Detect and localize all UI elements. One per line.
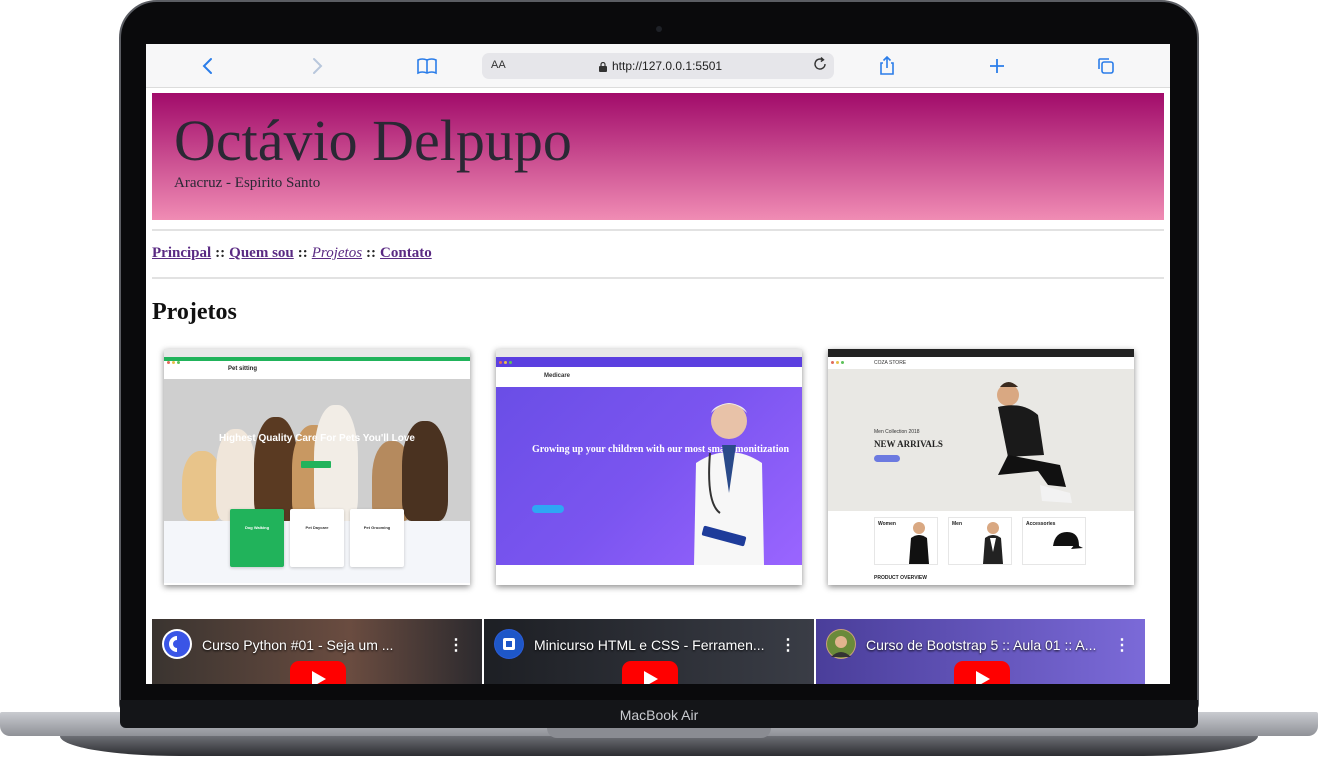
laptop-base: MacBook Air [0,700,1318,757]
project-gallery: Pet sitting Highest Quality Care For Pet… [164,349,1144,589]
channel-avatar [826,629,856,659]
nav-link-quem-sou[interactable]: Quem sou [229,245,294,261]
service-card: Pet Daycare [290,509,344,567]
video-embed-bootstrap[interactable]: Curso de Bootstrap 5 :: Aula 01 :: A... … [816,619,1145,684]
thumb-brand: Pet sitting [164,361,470,379]
youtube-play-icon[interactable] [290,661,346,684]
main-nav: Principal:: Quem sou:: Projetos:: Contato [152,245,1164,265]
thumb-hero-title: NEW ARRIVALS [874,439,943,449]
text-size-button[interactable]: AA [491,59,506,71]
service-card: Pet Grooming [350,509,404,567]
back-icon[interactable] [196,54,220,78]
trackpad-notch [547,728,771,738]
lock-icon [599,59,607,72]
project-card-pet-sitting[interactable]: Pet sitting Highest Quality Care For Pet… [164,349,470,585]
thumb-topbar [496,357,802,367]
more-options-icon[interactable]: ⋮ [1114,635,1130,655]
project-card-coza-store[interactable]: COZA STORE Men Collection 2018 NEW ARRIV… [828,349,1134,585]
nav-link-projetos[interactable]: Projetos [312,245,362,261]
thumb-browser-chrome [164,349,470,364]
thumb-categories: Women Men Accessories PRODUCT OVERVIEW [828,511,1134,581]
nav-separator: :: [297,245,308,261]
site-header: Octávio Delpupo Aracruz - Espirito Santo [152,93,1164,220]
youtube-play-icon[interactable] [622,661,678,684]
category-card: Accessories [1022,517,1086,565]
screen: AA http://127.0.0.1:5501 Octávio Delpupo… [146,44,1170,684]
thumb-cta [301,461,331,468]
thumb-hero-kicker: Men Collection 2018 [874,429,920,435]
thumb-brand: COZA STORE [828,357,1134,369]
more-options-icon[interactable]: ⋮ [780,635,796,655]
thumb-cta [874,455,900,462]
nav-separator: :: [366,245,377,261]
site-title: Octávio Delpupo [174,108,572,173]
camera-icon [656,26,662,32]
thumb-hero: Highest Quality Care For Pets You'll Lov… [164,379,470,521]
thumb-browser-chrome [496,349,802,364]
video-row: Curso Python #01 - Seja um ... ⋮ Minicur… [152,619,1164,684]
channel-avatar [162,629,192,659]
video-title: Curso de Bootstrap 5 :: Aula 01 :: A... [866,637,1097,653]
new-tab-icon[interactable] [985,54,1009,78]
bookmarks-icon[interactable] [415,54,439,78]
more-options-icon[interactable]: ⋮ [448,635,464,655]
video-embed-html-css[interactable]: Minicurso HTML e CSS - Ferramen... ⋮ [484,619,814,684]
address-bar[interactable]: AA http://127.0.0.1:5501 [482,53,834,79]
nav-separator: :: [215,245,226,261]
section-title: Projetos [152,299,237,325]
project-card-medicare[interactable]: Medicare Growing up your children with o… [496,349,802,585]
thumb-hero: Men Collection 2018 NEW ARRIVALS [828,369,1134,511]
tabs-icon[interactable] [1094,54,1118,78]
divider [152,277,1164,279]
browser-toolbar: AA http://127.0.0.1:5501 [146,44,1170,88]
nav-link-contato[interactable]: Contato [380,245,432,261]
video-title: Minicurso HTML e CSS - Ferramen... [534,637,765,653]
web-page: Octávio Delpupo Aracruz - Espirito Santo… [152,93,1164,684]
thumb-section-label: PRODUCT OVERVIEW [874,575,927,581]
thumb-brand: Medicare [496,367,802,387]
model-image [997,382,1072,503]
channel-avatar [494,629,524,659]
video-embed-python[interactable]: Curso Python #01 - Seja um ... ⋮ [152,619,482,684]
category-card: Men [948,517,1012,565]
video-title: Curso Python #01 - Seja um ... [202,637,394,653]
divider [152,229,1164,231]
share-icon[interactable] [875,54,899,78]
site-location: Aracruz - Espirito Santo [174,175,321,191]
thumb-hero-title: Highest Quality Care For Pets You'll Lov… [219,433,415,444]
thumb-browser-chrome [828,349,1134,364]
base-bottom [60,736,1258,756]
thumb-cta [532,505,564,513]
url-text: http://127.0.0.1:5501 [612,59,723,73]
doctor-image [694,403,764,565]
reload-icon[interactable] [812,56,828,77]
youtube-play-icon[interactable] [954,661,1010,684]
forward-icon[interactable] [305,54,329,78]
service-card: Dog Walking [230,509,284,567]
category-card: Women [874,517,938,565]
thumb-services: Dog Walking Pet Daycare Pet Grooming [164,509,470,583]
nav-link-principal[interactable]: Principal [152,245,211,261]
device-brand-label: MacBook Air [619,707,699,723]
thumb-hero: Growing up your children with our most s… [496,387,802,565]
